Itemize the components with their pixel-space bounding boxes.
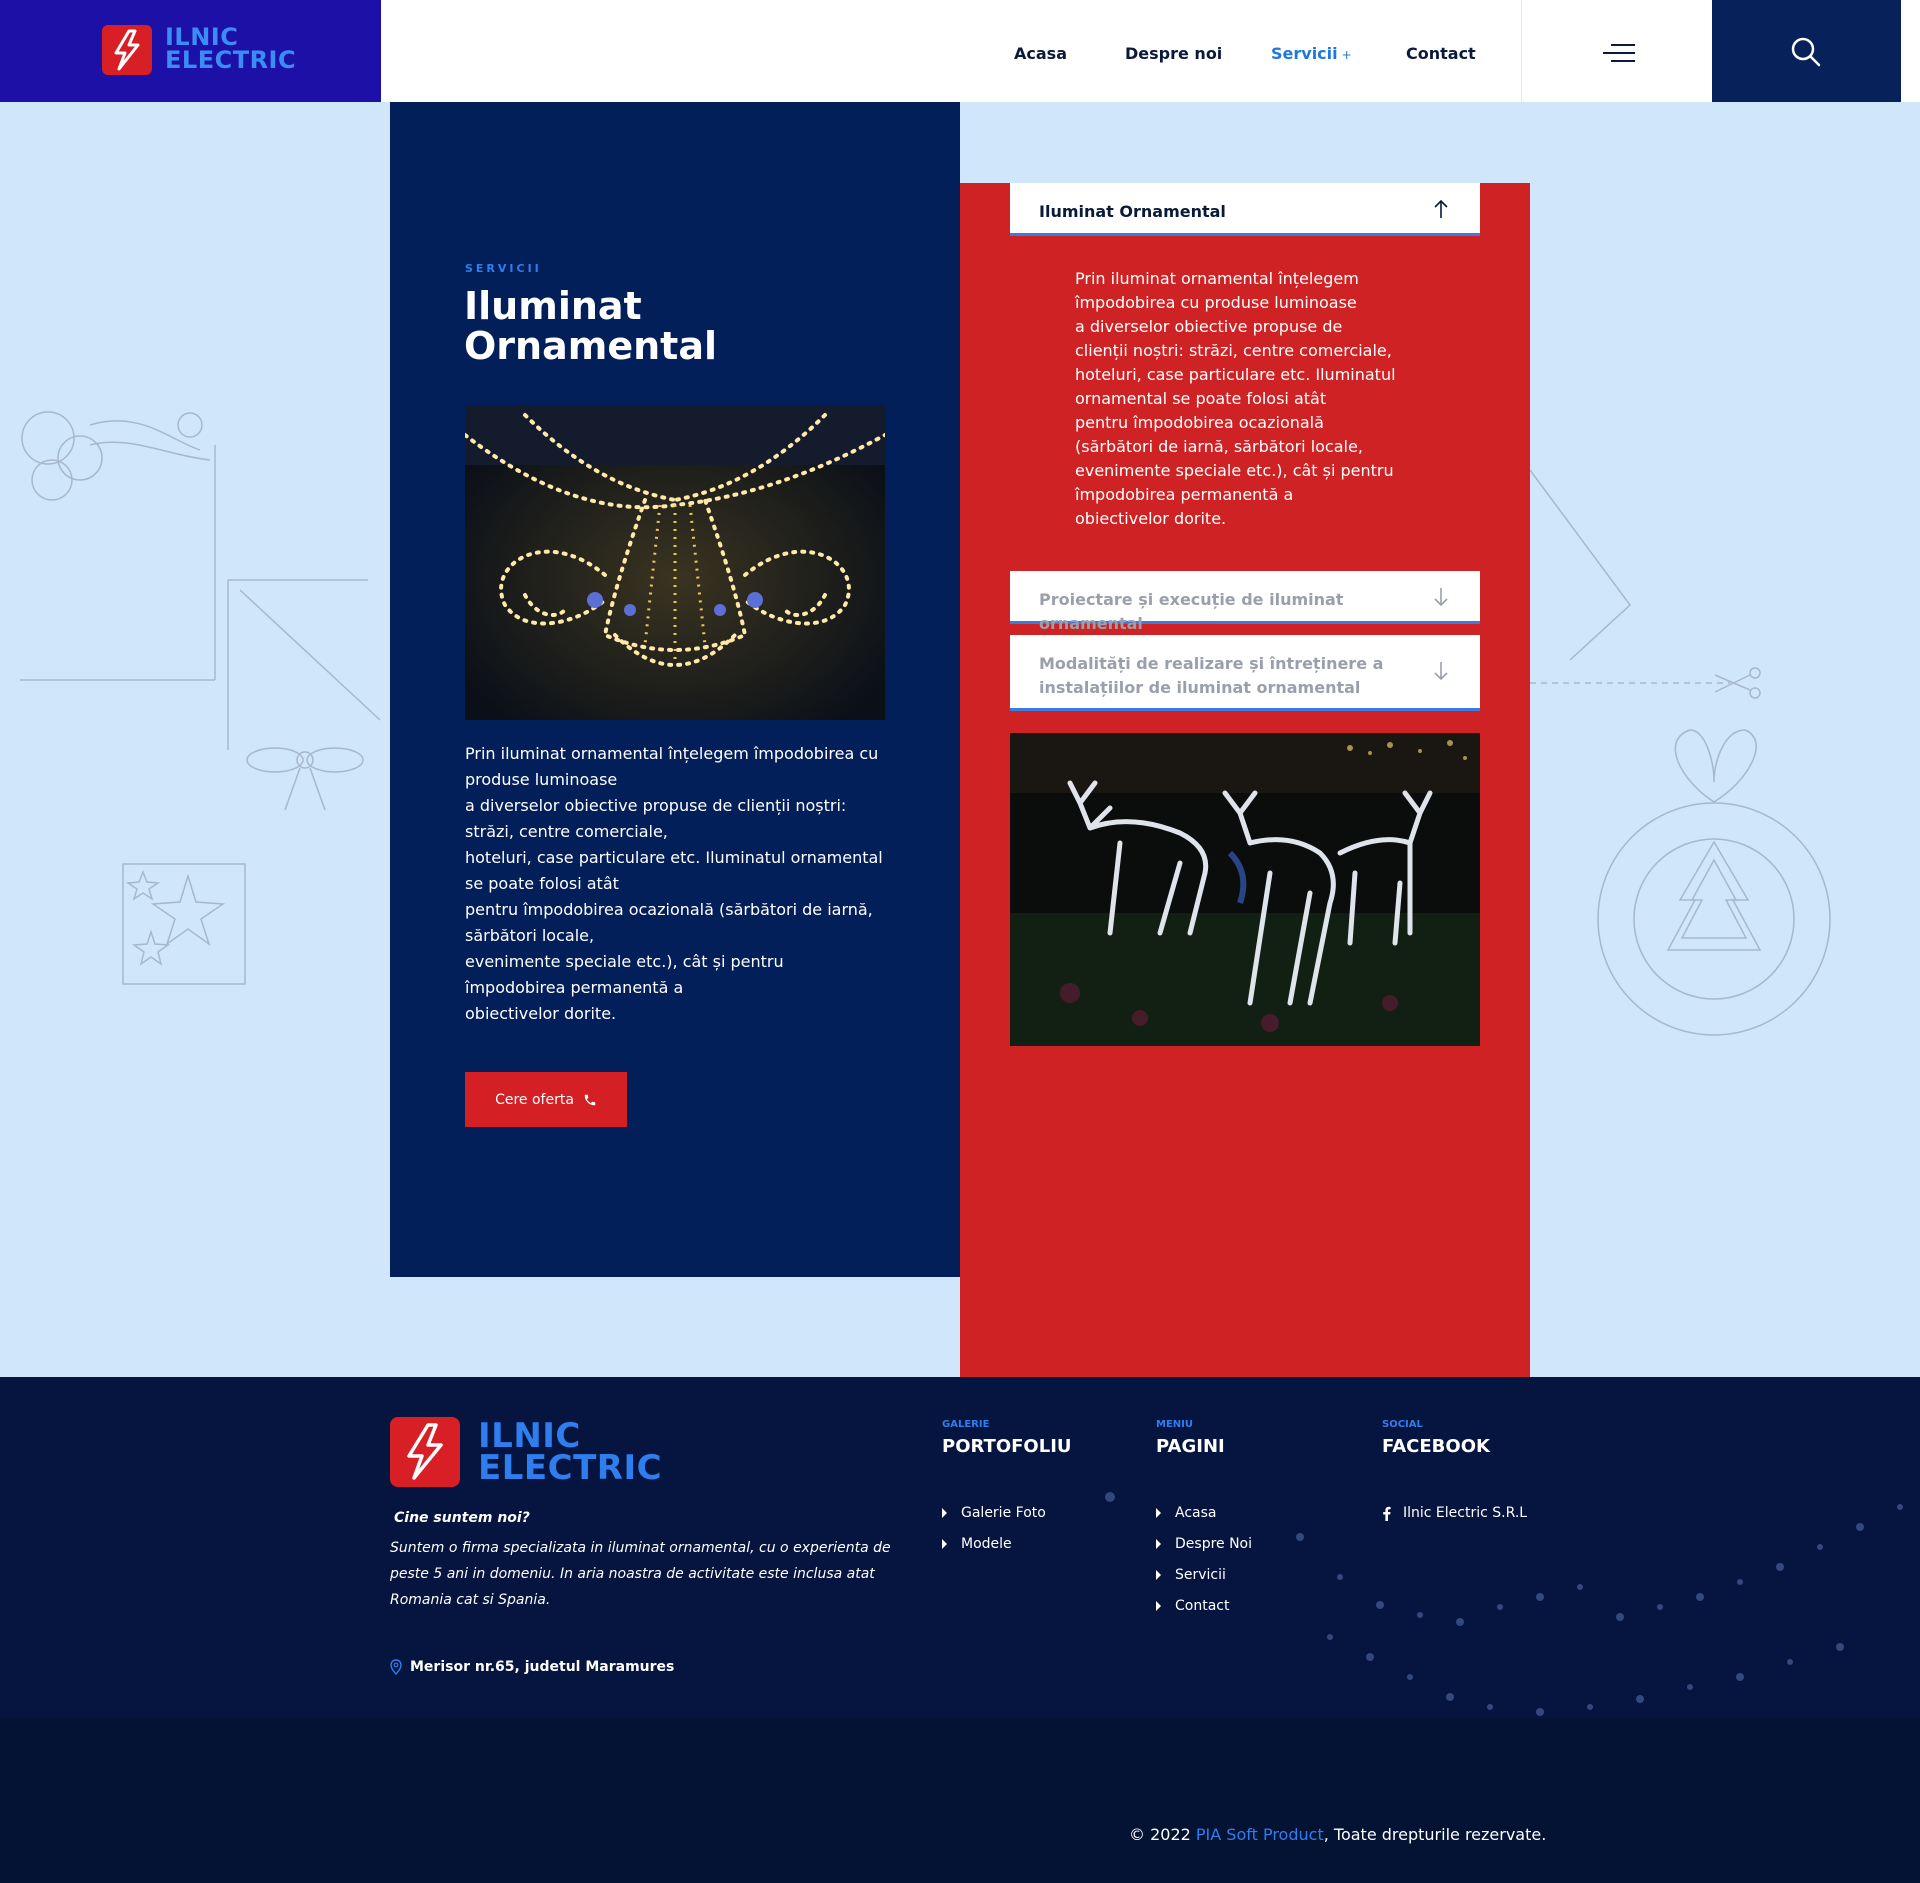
- footer-link-contact[interactable]: Contact: [1156, 1598, 1229, 1614]
- footer-col3-eyebrow: SOCIAL: [1382, 1419, 1423, 1430]
- footer-link-acasa[interactable]: Acasa: [1156, 1505, 1216, 1521]
- footer-link-modele[interactable]: Modele: [942, 1536, 1012, 1552]
- ornamental-chandelier-photo: [465, 405, 885, 720]
- header-logo[interactable]: ILNIC ELECTRIC: [0, 0, 381, 102]
- christmas-decoration-left: [20, 411, 381, 985]
- lightning-logo-icon: [102, 25, 152, 75]
- footer-link-servicii[interactable]: Servicii: [1156, 1567, 1226, 1583]
- footer-link-despre-noi[interactable]: Despre Noi: [1156, 1536, 1252, 1552]
- copyright-brand-link[interactable]: PIA Soft Product: [1196, 1825, 1324, 1844]
- accordion-title: Proiectare și execuție de iluminat ornam…: [1039, 590, 1344, 633]
- footer-link-facebook[interactable]: Ilnic Electric S.R.L: [1382, 1505, 1527, 1521]
- hamburger-icon[interactable]: [1603, 44, 1635, 64]
- footer-about-title: Cine suntem noi?: [394, 1510, 530, 1526]
- christmas-decoration-right: [1530, 469, 1831, 1036]
- section-eyebrow: SERVICII: [465, 262, 542, 275]
- nav-servicii-label: Servicii: [1271, 44, 1338, 63]
- caret-right-icon: [942, 1539, 947, 1549]
- illuminated-reindeer-photo: [1010, 733, 1480, 1046]
- request-offer-button[interactable]: Cere oferta: [465, 1072, 627, 1127]
- nav-contact[interactable]: Contact: [1406, 44, 1476, 63]
- accordion-item-modalitati[interactable]: Modalități de realizare și întreținere a…: [1010, 635, 1480, 711]
- arrow-down-icon: [1434, 662, 1448, 681]
- accordion-item-iluminat-ornamental[interactable]: Iluminat Ornamental: [1010, 183, 1480, 236]
- page-title: Iluminat Ornamental: [464, 284, 717, 368]
- accordion-item-proiectare[interactable]: Proiectare și execuție de iluminat ornam…: [1010, 571, 1480, 633]
- site-header: ILNIC ELECTRIC Acasa Despre noi Servicii…: [0, 0, 1920, 102]
- caret-right-icon: [1156, 1539, 1161, 1549]
- footer-col1-eyebrow: GALERIE: [942, 1419, 990, 1430]
- caret-right-icon: [1156, 1508, 1161, 1518]
- phone-icon: [584, 1094, 596, 1105]
- search-button[interactable]: [1712, 0, 1901, 102]
- hero-description: Prin iluminat ornamental înțelegem împod…: [465, 744, 883, 1023]
- footer-col2-title: PAGINI: [1156, 1436, 1225, 1457]
- footer-link-galerie-foto[interactable]: Galerie Foto: [942, 1505, 1046, 1521]
- search-icon: [1791, 37, 1821, 67]
- nav-servicii-plus: +: [1341, 48, 1352, 62]
- footer-lightning-logo-icon[interactable]: [390, 1417, 460, 1487]
- request-offer-label: Cere oferta: [495, 1091, 574, 1108]
- arrow-up-icon: [1434, 199, 1448, 218]
- accordion-body: Prin iluminat ornamental înțelegem împod…: [1075, 269, 1396, 528]
- footer-brand-name: ILNIC ELECTRIC: [478, 1416, 663, 1488]
- footer-col1-title: PORTOFOLIU: [942, 1436, 1072, 1457]
- nav-acasa[interactable]: Acasa: [1014, 44, 1067, 63]
- footer-col2-eyebrow: MENIU: [1156, 1419, 1193, 1430]
- facebook-icon: [1383, 1506, 1391, 1521]
- footer-about-text: Suntem o firma specializata in iluminat …: [390, 1540, 891, 1608]
- header-divider: [1521, 0, 1522, 102]
- accordion-title: Modalități de realizare și întreținere a…: [1039, 654, 1384, 697]
- footer-col3-title: FACEBOOK: [1382, 1436, 1490, 1457]
- brand-name: ILNIC ELECTRIC: [165, 23, 297, 74]
- nav-servicii[interactable]: Servicii +: [1271, 44, 1352, 63]
- arrow-down-icon: [1434, 588, 1448, 607]
- footer-bottom-bar: [0, 1718, 1920, 1883]
- accordion-title: Iluminat Ornamental: [1039, 202, 1226, 221]
- location-pin-icon: [390, 1659, 402, 1675]
- caret-right-icon: [942, 1508, 947, 1518]
- footer-address-text: Merisor nr.65, judetul Maramures: [410, 1659, 675, 1675]
- caret-right-icon: [1156, 1570, 1161, 1580]
- caret-right-icon: [1156, 1601, 1161, 1611]
- footer-address: Merisor nr.65, judetul Maramures: [390, 1659, 674, 1675]
- copyright: © 2022 PIA Soft Product, Toate drepturil…: [1129, 1825, 1547, 1844]
- nav-despre-noi[interactable]: Despre noi: [1125, 44, 1222, 63]
